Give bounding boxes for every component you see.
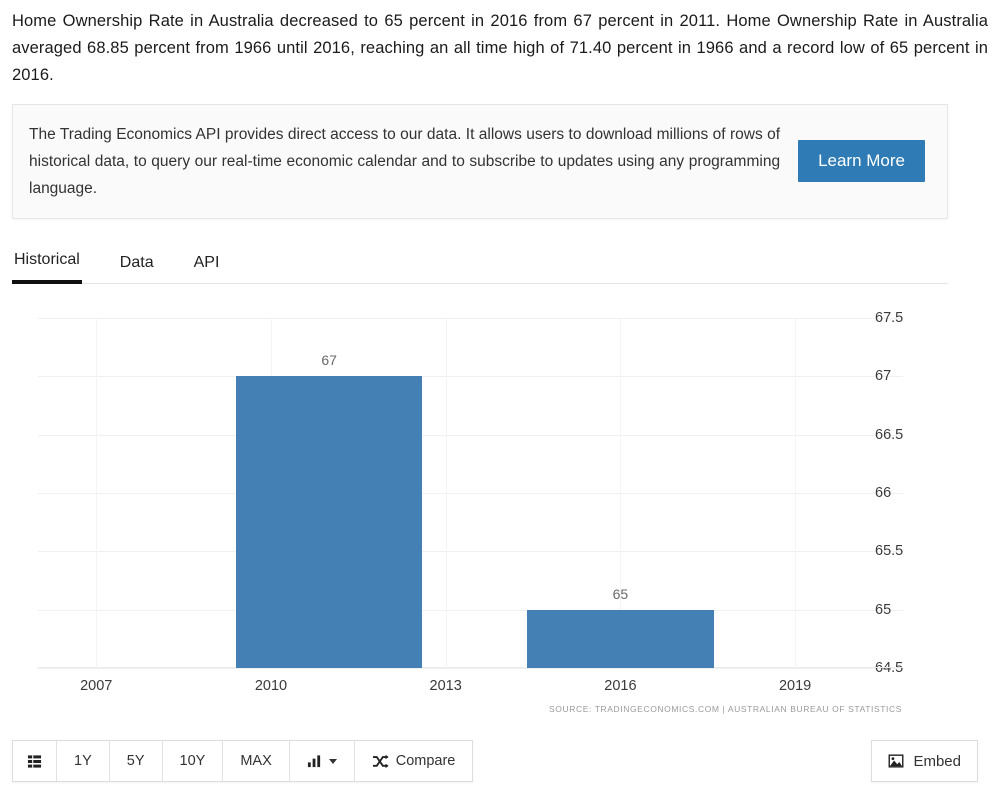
chart-card: 67.5 67 66.5 66 65.5 65 64.5 2007 2010 2013 2016 20… [0, 302, 1000, 732]
compare-label: Compare [395, 753, 456, 769]
compare-button[interactable]: Compare [354, 741, 473, 781]
chart-source-note: SOURCE: TRADINGECONOMICS.COM | AUSTRALIA… [549, 704, 902, 715]
chart-type-dropdown[interactable] [289, 741, 355, 781]
embed-label: Embed [913, 752, 961, 770]
x-gridline [445, 318, 447, 669]
summary-paragraph: Home Ownership Rate in Australia decreas… [12, 12, 988, 85]
y-axis-tick-label: 64.5 [875, 660, 904, 677]
y-axis-tick-label: 66 [875, 485, 892, 502]
api-promo-text: The Trading Economics API provides direc… [29, 125, 781, 197]
x-axis-line [38, 667, 903, 669]
y-gridline [38, 493, 903, 495]
range-5y-button[interactable]: 5Y [109, 741, 163, 781]
y-gridline [38, 551, 903, 553]
x-gridline [795, 318, 797, 669]
chart-bar[interactable] [236, 376, 423, 669]
range-10y-button[interactable]: 10Y [162, 741, 224, 781]
learn-more-button[interactable]: Learn More [798, 140, 925, 183]
y-gridline [38, 318, 903, 320]
y-axis-tick-label: 66.5 [875, 426, 904, 443]
bar-value-label: 67 [321, 352, 337, 369]
shuffle-icon [372, 754, 389, 769]
image-icon [888, 754, 904, 768]
chart-plot-area[interactable]: 67.5 67 66.5 66 65.5 65 64.5 2007 2010 2013 2016 20… [38, 310, 903, 694]
api-promo-banner: The Trading Economics API provides direc… [12, 103, 948, 220]
bar-value-label: 65 [612, 585, 629, 602]
range-1y-button[interactable]: 1Y [57, 741, 110, 781]
series-list-button[interactable] [13, 741, 57, 781]
chart-controls-group: 1Y 5Y 10Y MAX Compare [12, 740, 474, 782]
bar-chart-icon [307, 754, 322, 768]
y-gridline [38, 668, 903, 670]
x-axis-tick-label: 2013 [429, 678, 462, 695]
embed-button[interactable]: Embed [871, 740, 978, 782]
range-max-button[interactable]: MAX [223, 741, 290, 781]
chart-bar[interactable] [527, 609, 714, 669]
tab-data[interactable]: Data [118, 248, 156, 283]
x-axis-tick-label: 2010 [254, 678, 288, 695]
x-gridline [96, 318, 98, 669]
chevron-down-icon [328, 758, 337, 764]
stacked-list-icon [27, 754, 42, 769]
y-gridline [38, 609, 903, 611]
y-axis-tick-label: 67 [875, 368, 892, 385]
x-axis-tick-label: 2016 [604, 678, 637, 695]
tab-api[interactable]: API [192, 248, 222, 283]
chart-tabs: Historical Data API [12, 245, 948, 285]
y-axis-tick-label: 65 [875, 601, 892, 618]
y-gridline [38, 376, 903, 378]
y-axis-tick-label: 65.5 [875, 543, 904, 560]
chart-toolbar: 1Y 5Y 10Y MAX Compare Embed [12, 740, 978, 782]
x-axis-tick-label: 2019 [778, 678, 812, 695]
y-axis-tick-label: 67.5 [875, 310, 904, 327]
x-axis-tick-label: 2007 [80, 678, 113, 695]
tab-historical[interactable]: Historical [12, 245, 82, 285]
y-gridline [38, 434, 903, 436]
